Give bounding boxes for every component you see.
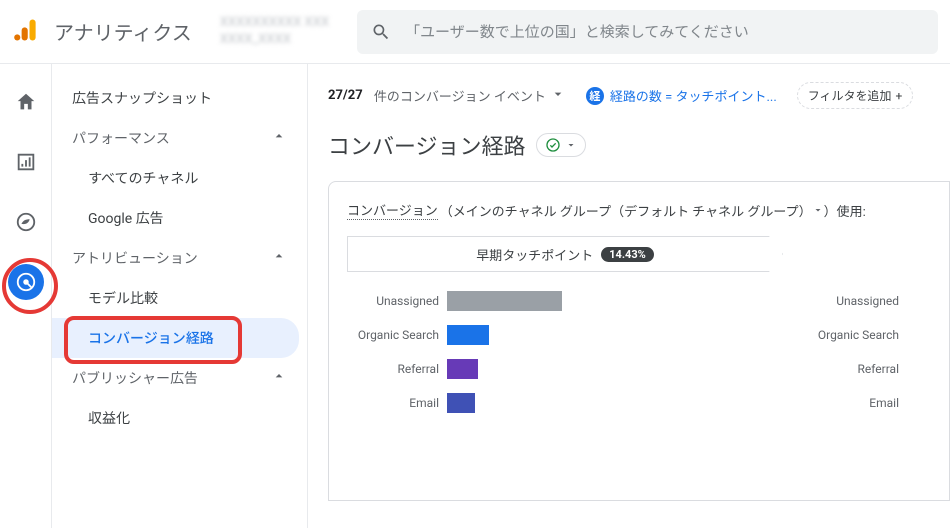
search-input[interactable]: 「ユーザー数で上位の国」と検索してみてください bbox=[357, 10, 938, 54]
left-rail bbox=[0, 64, 52, 528]
analytics-icon bbox=[12, 16, 40, 48]
rail-explore-icon[interactable] bbox=[8, 204, 44, 240]
status-pill[interactable] bbox=[536, 133, 586, 157]
channel-bar-chart-right: Unassigned Organic Search Referral Email bbox=[807, 284, 949, 420]
search-placeholder: 「ユーザー数で上位の国」と検索してみてください bbox=[405, 21, 749, 42]
channel-bar-chart: Unassigned Organic Search Referral bbox=[347, 284, 795, 420]
sidebar: 広告スナップショット パフォーマンス すべてのチャネル Google 広告 アト… bbox=[52, 64, 308, 528]
percentage-badge: 14.43% bbox=[601, 247, 654, 262]
product-name: アナリティクス bbox=[54, 17, 192, 46]
sidebar-section-publisher[interactable]: パブリッシャー広告 bbox=[60, 358, 299, 398]
table-row: Organic Search bbox=[347, 318, 795, 352]
rail-home-icon[interactable] bbox=[8, 84, 44, 120]
path-filter-chip[interactable]: 経 経路の数 = タッチポイント... bbox=[576, 82, 787, 109]
rail-reports-icon[interactable] bbox=[8, 144, 44, 180]
add-filter-button[interactable]: フィルタを追加 + bbox=[797, 82, 914, 109]
top-bar: アナリティクス XXXXXXXXXX XXX XXXX_XXXX 「ユーザー数で… bbox=[0, 0, 950, 64]
property-selector[interactable]: XXXXXXXXXX XXX XXXX_XXXX bbox=[220, 15, 329, 49]
plus-icon: + bbox=[896, 89, 903, 103]
page-title: コンバージョン経路 bbox=[328, 129, 526, 161]
caret-down-icon bbox=[812, 204, 824, 216]
sidebar-item-monetization[interactable]: 収益化 bbox=[52, 398, 299, 438]
sidebar-item-conversion-paths[interactable]: コンバージョン経路 bbox=[52, 318, 299, 358]
chip-badge-icon: 経 bbox=[586, 87, 604, 105]
sidebar-snapshot[interactable]: 広告スナップショット bbox=[60, 78, 299, 118]
table-row: Unassigned bbox=[347, 284, 795, 318]
conversion-path-card: コンバージョン （メインのチャネル グループ（デフォルト チャネル グループ） … bbox=[328, 181, 950, 501]
sidebar-item-all-channels[interactable]: すべてのチャネル bbox=[52, 158, 299, 198]
table-row: Organic Search bbox=[807, 318, 949, 352]
sidebar-item-google-ads[interactable]: Google 広告 bbox=[52, 198, 299, 238]
chevron-up-icon bbox=[271, 128, 287, 148]
table-row: Email bbox=[807, 386, 949, 420]
search-icon bbox=[371, 22, 391, 42]
check-circle-icon bbox=[545, 137, 561, 153]
caret-down-icon bbox=[565, 139, 577, 151]
sidebar-item-model-comparison[interactable]: モデル比較 bbox=[52, 278, 299, 318]
main-content: 27/27 件のコンバージョン イベント 経 経路の数 = タッチポイント...… bbox=[308, 64, 950, 528]
rail-advertising-icon[interactable] bbox=[8, 264, 44, 300]
funnel-step-early[interactable]: 早期タッチポイント 14.43% bbox=[347, 236, 783, 272]
chevron-up-icon bbox=[271, 248, 287, 268]
table-row: Unassigned bbox=[807, 284, 949, 318]
table-row: Email bbox=[347, 386, 795, 420]
table-row: Referral bbox=[807, 352, 949, 386]
card-dimension-selector[interactable]: コンバージョン （メインのチャネル グループ（デフォルト チャネル グループ） … bbox=[347, 200, 949, 220]
caret-down-icon bbox=[550, 86, 566, 106]
table-row: Referral bbox=[347, 352, 795, 386]
sidebar-section-attribution[interactable]: アトリビューション bbox=[60, 238, 299, 278]
sidebar-section-performance[interactable]: パフォーマンス bbox=[60, 118, 299, 158]
chevron-up-icon bbox=[271, 368, 287, 388]
ga-logo: アナリティクス bbox=[12, 16, 192, 48]
conversion-events-dropdown[interactable]: 27/27 件のコンバージョン イベント bbox=[328, 86, 566, 106]
